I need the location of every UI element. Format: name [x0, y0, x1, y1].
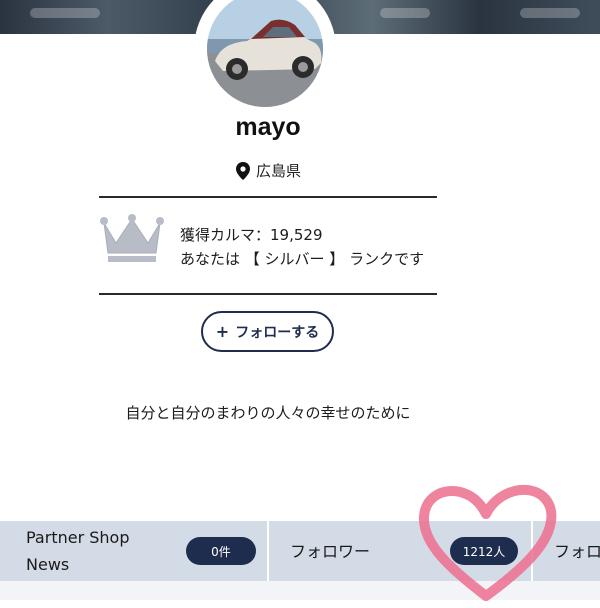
page-bottom-strip: [0, 581, 600, 600]
followers-label: フォロワー: [290, 541, 371, 561]
partner-shop-label-line1: Partner Shop: [26, 528, 130, 547]
partner-shop-label-line2: News: [26, 555, 70, 574]
following-label: フォロ: [554, 541, 600, 561]
map-pin-icon: [236, 161, 250, 180]
partner-shop-count-badge: 0件: [186, 537, 256, 565]
cover-highlight: [30, 8, 100, 18]
followers-tab[interactable]: フォロワー: [290, 521, 370, 581]
rank-status: あなたは 【 シルバー 】 ランクです: [180, 250, 425, 268]
partner-shop-news-tab[interactable]: Partner Shop News: [26, 521, 129, 581]
cover-highlight: [520, 8, 580, 18]
profile-bio: 自分と自分のまわりの人々の幸せのために: [125, 404, 411, 422]
location: 広島県: [236, 160, 301, 181]
username: mayo: [235, 113, 301, 141]
stats-divider: [267, 521, 269, 581]
followers-count-badge: 1212人: [450, 537, 518, 565]
rank-divider-top: [99, 196, 437, 198]
stats-bar: Partner Shop News 0件 フォロワー 1212人 フォロ: [0, 521, 600, 581]
rank-divider-bottom: [99, 293, 437, 295]
crown-icon: [100, 214, 164, 262]
follow-button[interactable]: + フォローする: [201, 311, 334, 352]
cover-highlight: [380, 8, 430, 18]
karma-info: 獲得カルマ：19,529 あなたは 【 シルバー 】 ランクです: [180, 223, 424, 271]
location-text: 広島県: [256, 162, 302, 180]
follow-button-label: フォローする: [235, 324, 320, 341]
stats-divider: [531, 521, 533, 581]
karma-points: 獲得カルマ：19,529: [180, 226, 323, 244]
plus-icon: +: [215, 322, 230, 341]
partner-shop-news-label: Partner Shop News: [26, 524, 129, 578]
following-tab[interactable]: フォロ: [554, 521, 600, 581]
